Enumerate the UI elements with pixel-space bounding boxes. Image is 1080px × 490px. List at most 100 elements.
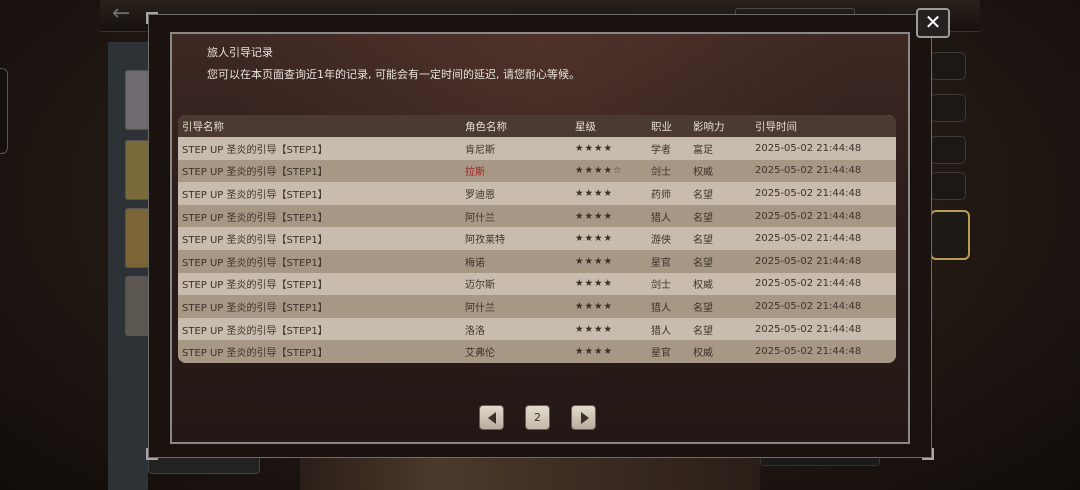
cell-time: 2025-05-02 21:44:48 — [755, 346, 862, 358]
cell-time: 2025-05-02 21:44:48 — [755, 255, 862, 267]
cell-character-highlighted: 拉斯 — [465, 167, 485, 179]
cell-job: 猎人 — [651, 325, 671, 337]
cell-job: 剑士 — [651, 280, 671, 292]
cell-character: 艾弗伦 — [465, 348, 495, 360]
table-row: STEP UP 圣炎的引导【STEP1】 梅诺 ★★★★ 星官 名望 2025-… — [178, 249, 896, 273]
cell-character: 肯尼斯 — [465, 144, 495, 156]
cell-guide: STEP UP 圣炎的引导【STEP1】 — [182, 257, 328, 269]
cell-job: 游侠 — [651, 235, 671, 247]
modal-description: 您可以在本页面查询近1年的记录, 可能会有一定时间的延迟, 请您耐心等候。 — [207, 68, 580, 81]
cell-character: 阿什兰 — [465, 302, 495, 314]
records-table: 引导名称 角色名称 星级 职业 影响力 引导时间 STEP UP 圣炎的引导【S… — [178, 115, 896, 363]
current-page-indicator: 2 — [525, 405, 550, 430]
cell-time: 2025-05-02 21:44:48 — [755, 300, 862, 312]
cell-job: 星官 — [651, 257, 671, 269]
table-row: STEP UP 圣炎的引导【STEP1】 罗迪恩 ★★★★ 药师 名望 2025… — [178, 182, 896, 205]
background-thumbnail — [125, 276, 149, 336]
cell-guide: STEP UP 圣炎的引导【STEP1】 — [182, 212, 328, 224]
previous-page-button[interactable] — [479, 405, 504, 430]
cell-character: 罗迪恩 — [465, 189, 495, 201]
cell-influence: 富足 — [693, 144, 713, 156]
background-artwork — [300, 455, 760, 490]
cell-influence: 名望 — [693, 189, 713, 201]
cell-job: 剑士 — [651, 167, 671, 179]
cell-stars: ★★★★ — [575, 255, 614, 267]
frame-corner — [146, 448, 158, 460]
cell-job: 星官 — [651, 348, 671, 360]
cell-guide: STEP UP 圣炎的引导【STEP1】 — [182, 189, 328, 201]
cell-influence: 名望 — [693, 257, 713, 269]
cell-guide: STEP UP 圣炎的引导【STEP1】 — [182, 280, 328, 292]
next-page-button[interactable] — [571, 405, 596, 430]
table-row: STEP UP 圣炎的引导【STEP1】 阿什兰 ★★★★ 猎人 名望 2025… — [178, 295, 896, 318]
cell-influence: 权威 — [693, 167, 713, 179]
cell-influence: 权威 — [693, 280, 713, 292]
background-thumbnail — [125, 208, 149, 268]
frame-corner — [146, 12, 158, 24]
modal-title: 旅人引导记录 — [207, 46, 273, 59]
cell-job: 学者 — [651, 144, 671, 156]
background-side-button — [930, 52, 966, 80]
table-row: STEP UP 圣炎的引导【STEP1】 阿孜莱特 ★★★★ 游侠 名望 202… — [178, 227, 896, 250]
cell-job: 药师 — [651, 189, 671, 201]
cell-influence: 名望 — [693, 212, 713, 224]
cell-character: 阿孜莱特 — [465, 235, 505, 247]
header-star-rating: 星级 — [575, 120, 596, 133]
close-button[interactable]: ✕ — [916, 8, 950, 38]
table-row: STEP UP 圣炎的引导【STEP1】 迈尔斯 ★★★★ 剑士 权威 2025… — [178, 272, 896, 296]
cell-stars: ★★★★ — [575, 187, 614, 199]
table-header: 引导名称 角色名称 星级 职业 影响力 引导时间 — [178, 115, 896, 137]
cell-influence: 权威 — [693, 348, 713, 360]
header-job: 职业 — [651, 120, 672, 133]
cell-time: 2025-05-02 21:44:48 — [755, 165, 862, 177]
background-selected-slot — [930, 210, 970, 260]
cell-job: 猎人 — [651, 302, 671, 314]
cell-job: 猎人 — [651, 212, 671, 224]
header-guide-time: 引导时间 — [755, 120, 797, 133]
background-thumbnail — [125, 140, 149, 200]
cell-influence: 名望 — [693, 235, 713, 247]
prev-arrow-icon — [488, 412, 496, 424]
cell-influence: 名望 — [693, 325, 713, 337]
background-side-button — [930, 94, 966, 122]
cell-time: 2025-05-02 21:44:48 — [755, 142, 862, 154]
table-row: STEP UP 圣炎的引导【STEP1】 阿什兰 ★★★★ 猎人 名望 2025… — [178, 204, 896, 228]
cell-stars: ★★★★ — [575, 210, 614, 222]
cell-stars: ★★★★ — [575, 323, 614, 335]
header-guide-name: 引导名称 — [182, 120, 224, 133]
cell-guide: STEP UP 圣炎的引导【STEP1】 — [182, 325, 328, 337]
background-thumbnail — [125, 70, 149, 130]
frame-corner — [922, 448, 934, 460]
cell-character: 梅诺 — [465, 257, 485, 269]
side-tab — [0, 68, 8, 154]
cell-guide: STEP UP 圣炎的引导【STEP1】 — [182, 348, 328, 360]
cell-influence: 名望 — [693, 302, 713, 314]
cell-stars: ★★★★☆ — [575, 165, 623, 177]
table-row: STEP UP 圣炎的引导【STEP1】 拉斯 ★★★★☆ 剑士 权威 2025… — [178, 159, 896, 183]
cell-character: 洛洛 — [465, 325, 485, 337]
cell-stars: ★★★★ — [575, 233, 614, 245]
cell-stars: ★★★★ — [575, 278, 614, 290]
cell-stars: ★★★★ — [575, 346, 614, 358]
cell-time: 2025-05-02 21:44:48 — [755, 233, 862, 245]
cell-guide: STEP UP 圣炎的引导【STEP1】 — [182, 235, 328, 247]
cell-guide: STEP UP 圣炎的引导【STEP1】 — [182, 144, 328, 156]
close-icon: ✕ — [924, 10, 942, 34]
cell-character: 阿什兰 — [465, 212, 495, 224]
cell-guide: STEP UP 圣炎的引导【STEP1】 — [182, 167, 328, 179]
header-character-name: 角色名称 — [465, 120, 507, 133]
background-side-button — [930, 136, 966, 164]
background-side-button — [930, 172, 966, 200]
cell-guide: STEP UP 圣炎的引导【STEP1】 — [182, 302, 328, 314]
cell-time: 2025-05-02 21:44:48 — [755, 210, 862, 222]
cell-time: 2025-05-02 21:44:48 — [755, 278, 862, 290]
table-row: STEP UP 圣炎的引导【STEP1】 艾弗伦 ★★★★ 星官 权威 2025… — [178, 340, 896, 363]
cell-time: 2025-05-02 21:44:48 — [755, 187, 862, 199]
cell-stars: ★★★★ — [575, 142, 614, 154]
cell-stars: ★★★★ — [575, 300, 614, 312]
next-arrow-icon — [581, 412, 589, 424]
header-influence: 影响力 — [693, 120, 725, 133]
table-row: STEP UP 圣炎的引导【STEP1】 洛洛 ★★★★ 猎人 名望 2025-… — [178, 317, 896, 341]
table-row: STEP UP 圣炎的引导【STEP1】 肯尼斯 ★★★★ 学者 富足 2025… — [178, 137, 896, 160]
screen: ← ✕ 旅人引导记录 您可以在本页面查询近1年的记录, 可能会有一定时间的延迟,… — [0, 0, 1080, 490]
